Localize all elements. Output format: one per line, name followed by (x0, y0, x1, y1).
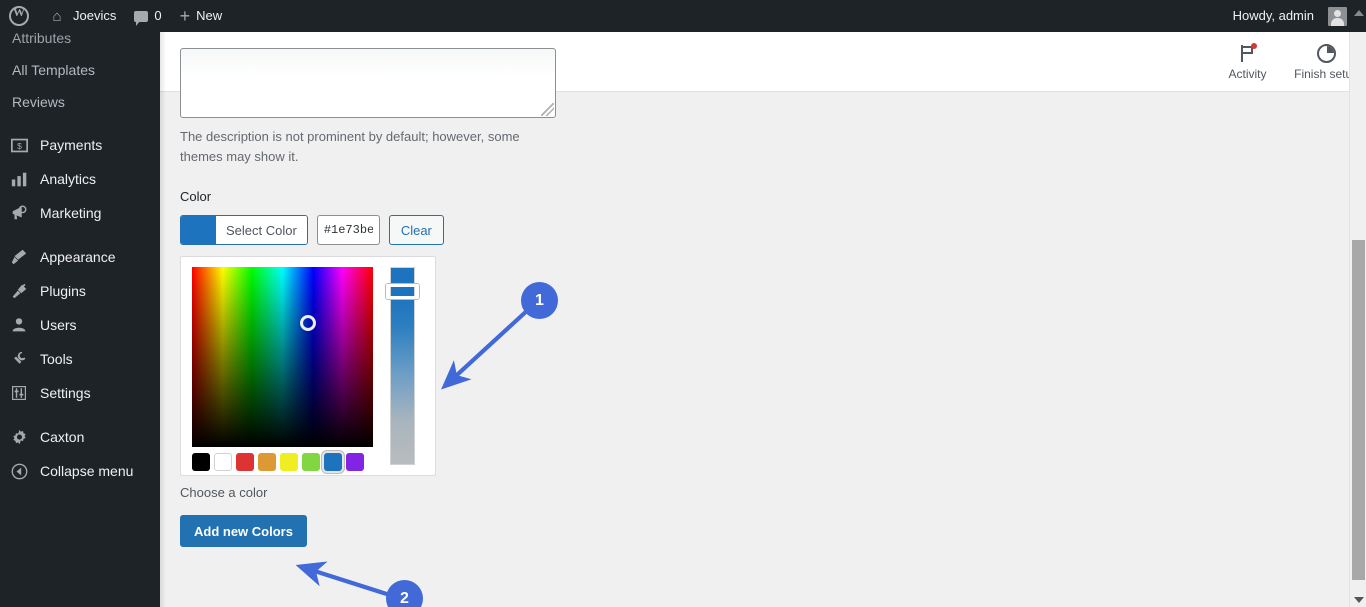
annotation-step-1: 1 (521, 282, 558, 319)
menu-separator-3 (0, 410, 160, 420)
tools-wrench-icon (9, 349, 29, 369)
finish-setup-progress-icon (1317, 42, 1336, 64)
new-label: New (196, 8, 223, 23)
page-scrollbar[interactable] (1349, 10, 1366, 607)
sidebar-label-users: Users (40, 317, 77, 333)
sidebar-item-payments[interactable]: $ Payments (0, 128, 160, 162)
new-content-menu[interactable]: + New (171, 0, 232, 32)
sidebar-label-appearance: Appearance (40, 249, 116, 265)
scroll-down-arrow-icon[interactable] (1354, 597, 1364, 603)
sidebar-item-collapse-menu[interactable]: Collapse menu (0, 454, 160, 488)
swatch-purple[interactable] (346, 453, 364, 471)
color-picker-panel[interactable] (180, 256, 436, 476)
saturation-value-area[interactable] (192, 267, 373, 447)
menu-separator-2 (0, 230, 160, 240)
analytics-icon (9, 169, 29, 189)
description-textarea[interactable] (180, 48, 556, 118)
appearance-brush-icon (9, 247, 29, 267)
sidebar-label-marketing: Marketing (40, 205, 102, 221)
menu-separator (0, 118, 160, 128)
add-new-colors-button[interactable]: Add new Colors (180, 515, 307, 547)
comment-bubble-icon (134, 10, 149, 26)
plugins-plug-icon (9, 281, 29, 301)
swatch-blue[interactable] (324, 453, 342, 471)
select-color-label: Select Color (215, 216, 307, 244)
sidebar-label-settings: Settings (40, 385, 91, 401)
sidebar-label-collapse-menu: Collapse menu (40, 463, 134, 479)
color-swatch-row (192, 453, 364, 471)
activity-button[interactable]: Activity (1208, 32, 1287, 92)
scroll-up-arrow-icon[interactable] (1354, 10, 1364, 16)
sidebar-label-plugins: Plugins (40, 283, 86, 299)
sidebar-item-all-templates[interactable]: All Templates (0, 54, 160, 86)
svg-text:$: $ (17, 140, 22, 150)
swatch-white[interactable] (214, 453, 232, 471)
avatar (1328, 6, 1347, 26)
saturation-marker[interactable] (300, 315, 316, 331)
comment-count: 0 (154, 8, 162, 23)
sidebar-item-appearance[interactable]: Appearance (0, 240, 160, 274)
howdy-label: Howdy, admin (1232, 8, 1314, 23)
sidebar-label-caxton: Caxton (40, 429, 85, 445)
wp-logo-menu[interactable] (0, 0, 38, 32)
select-color-button[interactable]: Select Color (180, 215, 308, 245)
clear-color-button[interactable]: Clear (388, 215, 444, 245)
admin-sidebar-menu: Attributes All Templates Reviews $ Payme… (0, 32, 160, 607)
collapse-arrow-icon (9, 461, 29, 481)
swatch-black[interactable] (192, 453, 210, 471)
sidebar-item-analytics[interactable]: Analytics (0, 162, 160, 196)
payments-icon: $ (9, 135, 29, 155)
sidebar-item-settings[interactable]: Settings (0, 376, 160, 410)
comments-menu[interactable]: 0 (125, 0, 170, 32)
sidebar-label-tools: Tools (40, 351, 73, 367)
sidebar-label-analytics: Analytics (40, 171, 97, 187)
color-field-label: Color (180, 189, 212, 204)
swatch-red[interactable] (236, 453, 254, 471)
settings-sliders-icon (9, 383, 29, 403)
swatch-yellow[interactable] (280, 453, 298, 471)
site-name-label: Joevics (73, 8, 117, 23)
swatch-green[interactable] (302, 453, 320, 471)
sidebar-item-attributes[interactable]: Attributes (0, 32, 160, 54)
hex-color-input[interactable] (316, 215, 380, 245)
sidebar-item-caxton[interactable]: Caxton (0, 420, 160, 454)
marketing-megaphone-icon (9, 203, 29, 223)
resize-grip-icon[interactable] (541, 103, 554, 116)
sidebar-item-tools[interactable]: Tools (0, 342, 160, 376)
choose-a-color-text: Choose a color (180, 485, 268, 500)
scrollbar-thumb[interactable] (1352, 240, 1365, 580)
my-account-menu[interactable]: Howdy, admin (1224, 0, 1356, 32)
hue-slider-handle[interactable] (386, 284, 419, 299)
caxton-gear-icon (9, 427, 29, 447)
users-person-icon (9, 315, 29, 335)
swatch-orange[interactable] (258, 453, 276, 471)
sidebar-item-reviews[interactable]: Reviews (0, 86, 160, 118)
current-color-swatch (181, 216, 215, 244)
activity-flag-icon (1239, 42, 1257, 64)
sidebar-label-payments: Payments (40, 137, 103, 153)
sidebar-item-users[interactable]: Users (0, 308, 160, 342)
content-area: Edit attribute Activity Finish setup The… (160, 32, 1366, 607)
site-name-menu[interactable]: ⌂ Joevics (38, 0, 125, 32)
sidebar-item-plugins[interactable]: Plugins (0, 274, 160, 308)
attribute-form: The description is not prominent by defa… (160, 48, 1366, 607)
home-icon: ⌂ (52, 7, 62, 25)
wordpress-logo-icon (9, 5, 29, 26)
admin-bar: ⌂ Joevics 0 + New Howdy, admin (0, 0, 1366, 32)
plus-icon: + (179, 6, 191, 26)
activity-label: Activity (1228, 67, 1267, 81)
description-help-text: The description is not prominent by defa… (180, 129, 520, 164)
sidebar-item-marketing[interactable]: Marketing (0, 196, 160, 230)
